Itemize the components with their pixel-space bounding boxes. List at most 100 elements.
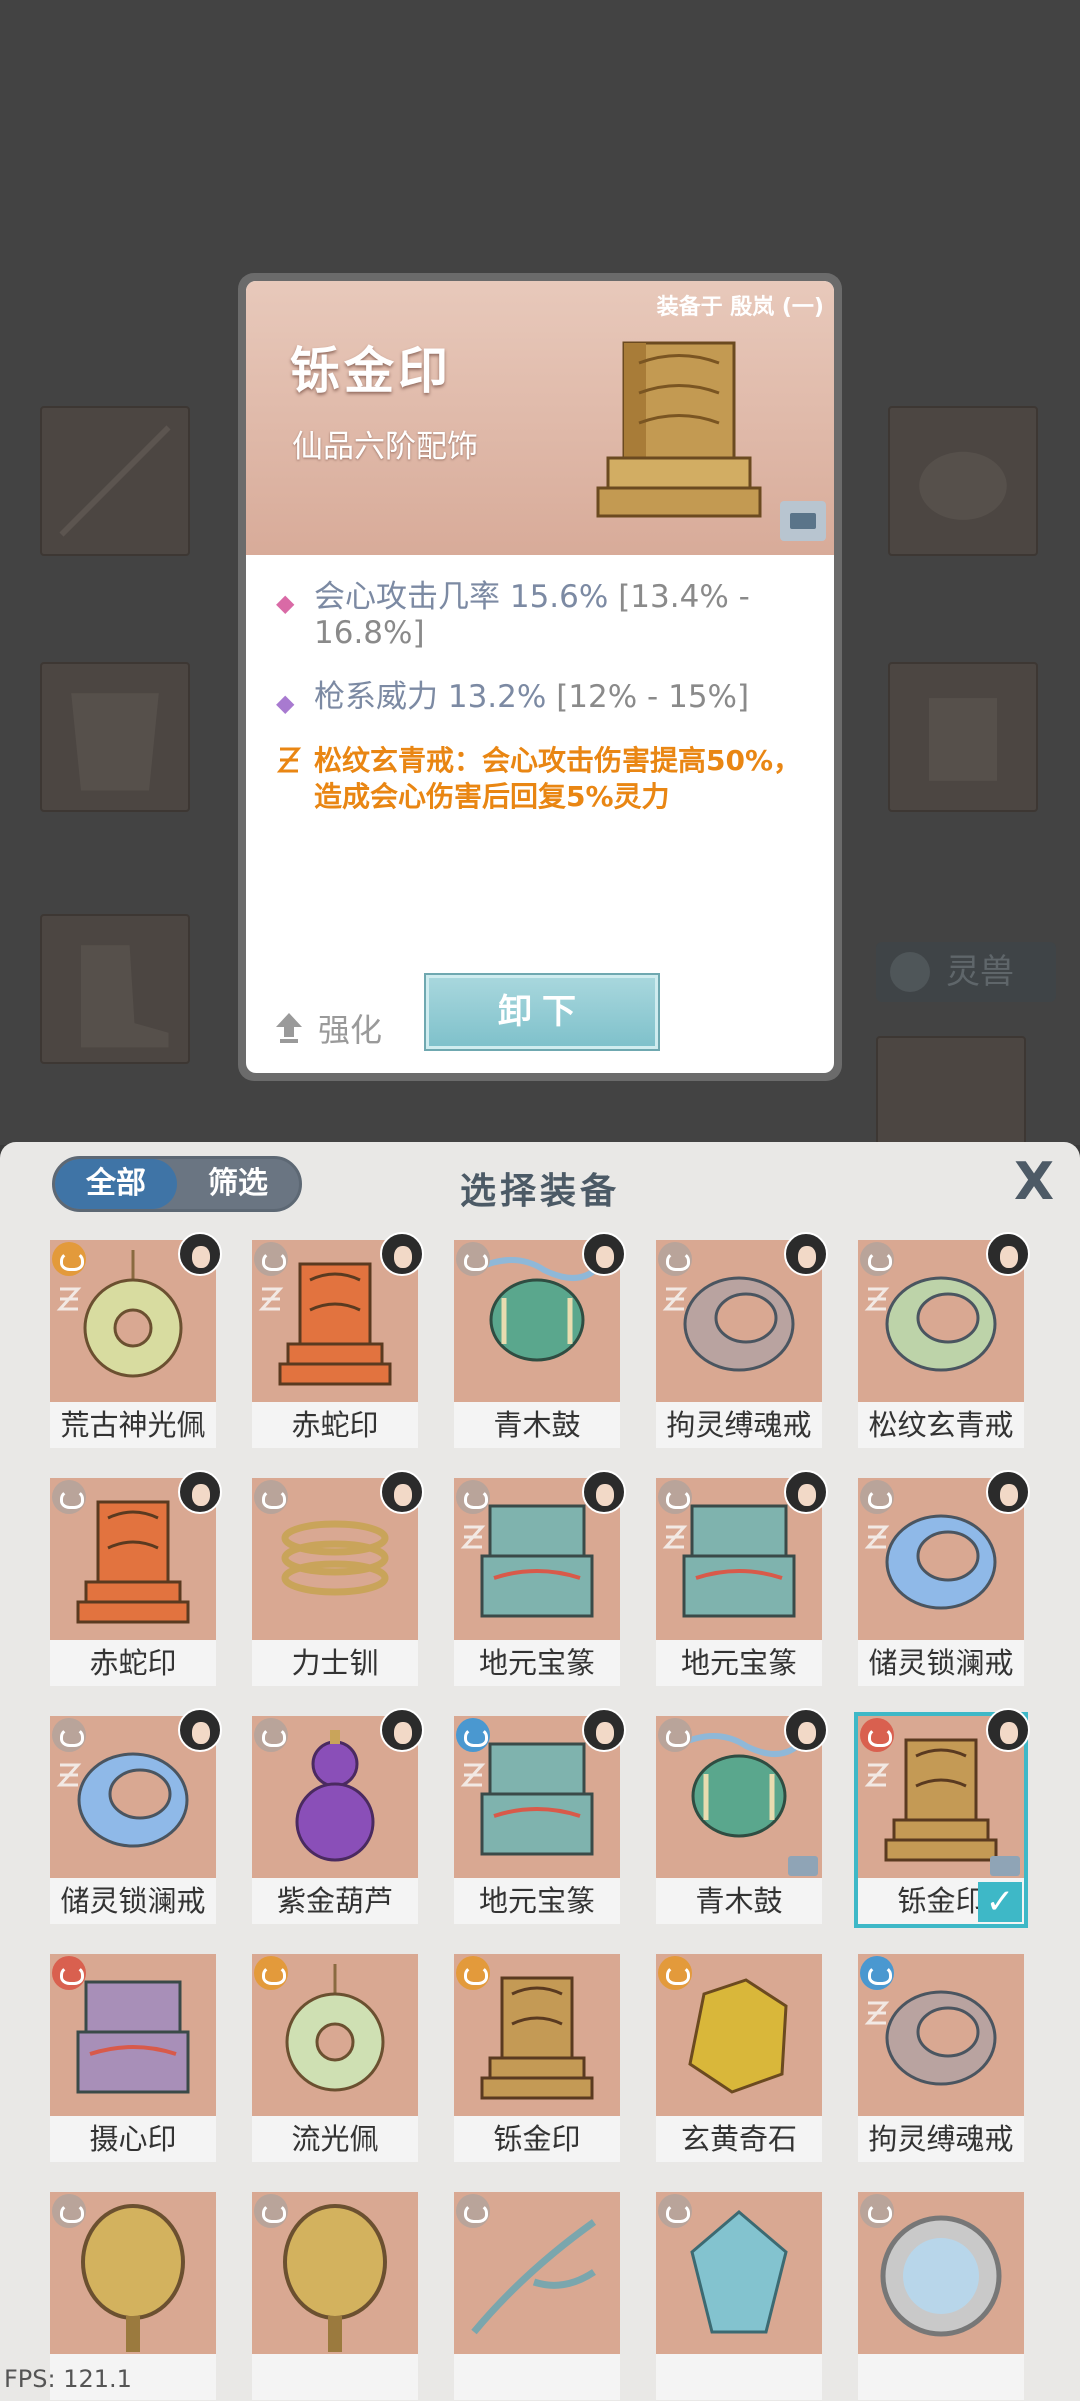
- equipment-card[interactable]: 储灵锁澜戒: [50, 1708, 222, 1924]
- element-icon: [254, 1718, 288, 1752]
- equipment-name: 玄黄奇石: [656, 2116, 822, 2162]
- set-icon: [56, 1763, 82, 1787]
- owner-avatar: [986, 1232, 1030, 1276]
- owner-avatar: [986, 1470, 1030, 1514]
- owner-avatar: [380, 1708, 424, 1752]
- equipped-on-tag: 装备于 殷岚 (一): [656, 295, 824, 320]
- check-icon: ✓: [978, 1882, 1022, 1922]
- equipment-card[interactable]: 赤蛇印: [50, 1470, 222, 1686]
- equipment-card[interactable]: [656, 2192, 822, 2400]
- equipment-card[interactable]: 拘灵缚魂戒: [858, 1954, 1024, 2162]
- element-icon: [254, 1480, 288, 1514]
- equipment-card[interactable]: 青木鼓: [656, 1708, 828, 1924]
- equipment-name: 流光佩: [252, 2116, 418, 2162]
- element-icon: [860, 1718, 894, 1752]
- equipment-card[interactable]: [454, 2192, 620, 2400]
- equipment-card[interactable]: 地元宝篆: [656, 1470, 828, 1686]
- owner-avatar: [784, 1470, 828, 1514]
- bg-pet-tab: 灵兽: [876, 942, 1056, 1002]
- bg-boots-slot: [40, 914, 190, 1064]
- equipment-card[interactable]: 储灵锁澜戒: [858, 1470, 1030, 1686]
- equipment-card[interactable]: 铄金印: [454, 1954, 620, 2162]
- equipment-name: 青木鼓: [656, 1878, 822, 1924]
- equipped-icon: [990, 1856, 1020, 1876]
- select-equipment-panel: 全部 筛选 选择装备 X 荒古神光佩 赤蛇印 青木鼓 拘灵缚魂戒 松纹玄青戒 赤蛇印 力士钏…: [0, 1142, 1080, 2401]
- set-icon: [864, 2001, 890, 2025]
- owner-avatar: [784, 1232, 828, 1276]
- set-icon: [864, 1287, 890, 1311]
- equipment-name: 地元宝篆: [454, 1878, 620, 1924]
- pet-icon: [890, 952, 930, 992]
- bg-accessory-slot-1: [888, 406, 1038, 556]
- item-detail-inner: 装备于 殷岚 (一) 铄金印 仙品六阶配饰 ◆ 会心攻击几率 15.6% [13…: [246, 281, 834, 1073]
- stat-spear-power: ◆ 枪系威力 13.2% [12% - 15%]: [274, 679, 816, 717]
- element-icon: [658, 1956, 692, 1990]
- element-icon: [456, 1242, 490, 1276]
- set-bonus-icon: [276, 747, 302, 773]
- equipment-card[interactable]: 松纹玄青戒: [858, 1232, 1030, 1448]
- equipment-name: 赤蛇印: [50, 1640, 216, 1686]
- close-button[interactable]: X: [1008, 1156, 1060, 1208]
- element-icon: [456, 1480, 490, 1514]
- owner-avatar: [380, 1232, 424, 1276]
- equipped-icon: [788, 1856, 818, 1876]
- equipment-card[interactable]: 力士钏: [252, 1470, 424, 1686]
- equipment-card[interactable]: 青木鼓: [454, 1232, 626, 1448]
- set-icon: [460, 1525, 486, 1549]
- equipment-name: 青木鼓: [454, 1402, 620, 1448]
- equip-lock-icon: [780, 501, 826, 541]
- element-icon: [658, 1242, 692, 1276]
- equipment-name: 地元宝篆: [656, 1640, 822, 1686]
- bg-weapon-slot: [40, 406, 190, 556]
- diamond-icon: ◆: [276, 589, 295, 617]
- up-arrow-icon: [276, 1013, 302, 1043]
- element-icon: [456, 1718, 490, 1752]
- owner-avatar: [784, 1708, 828, 1752]
- fps-counter: FPS: 121.1: [4, 2365, 132, 2393]
- item-grade: 仙品六阶配饰: [292, 429, 478, 465]
- item-name: 铄金印: [290, 342, 452, 400]
- equipment-card[interactable]: [252, 2192, 418, 2400]
- owner-avatar: [582, 1708, 626, 1752]
- equipment-name: 拘灵缚魂戒: [858, 2116, 1024, 2162]
- equipment-card[interactable]: 地元宝篆: [454, 1708, 626, 1924]
- equipment-card[interactable]: 地元宝篆: [454, 1470, 626, 1686]
- owner-avatar: [582, 1232, 626, 1276]
- item-stats: ◆ 会心攻击几率 15.6% [13.4% - 16.8%] ◆ 枪系威力 13…: [246, 555, 834, 815]
- element-icon: [52, 2194, 86, 2228]
- bg-pet-label: 灵兽: [946, 952, 1014, 992]
- item-seal-art: [596, 341, 762, 518]
- equipment-name: 铄金印: [454, 2116, 620, 2162]
- set-icon: [662, 1525, 688, 1549]
- unload-button[interactable]: 卸下: [426, 975, 658, 1049]
- element-icon: [254, 2194, 288, 2228]
- upgrade-button[interactable]: 强化: [274, 1005, 382, 1051]
- equipment-name: 赤蛇印: [252, 1402, 418, 1448]
- equipment-card[interactable]: 拘灵缚魂戒: [656, 1232, 828, 1448]
- equipment-card[interactable]: 玄黄奇石: [656, 1954, 822, 2162]
- upgrade-label: 强化: [318, 1011, 383, 1049]
- equipment-card[interactable]: 荒古神光佩: [50, 1232, 222, 1448]
- stat-label: 会心攻击几率 15.6%: [314, 579, 609, 615]
- set-icon: [460, 1763, 486, 1787]
- item-detail-card: 装备于 殷岚 (一) 铄金印 仙品六阶配饰 ◆ 会心攻击几率 15.6% [13…: [238, 273, 842, 1081]
- element-icon: [52, 1242, 86, 1276]
- equipment-card[interactable]: [858, 2192, 1024, 2400]
- equipment-card[interactable]: 摄心印: [50, 1954, 216, 2162]
- element-icon: [860, 1956, 894, 1990]
- element-icon: [658, 1480, 692, 1514]
- equipment-card[interactable]: 赤蛇印: [252, 1232, 424, 1448]
- element-icon: [658, 1718, 692, 1752]
- element-icon: [52, 1956, 86, 1990]
- equipment-card[interactable]: 紫金葫芦: [252, 1708, 424, 1924]
- element-icon: [658, 2194, 692, 2228]
- bg-armor-slot: [40, 662, 190, 812]
- owner-avatar: [178, 1470, 222, 1514]
- bg-pet-slot: [876, 1036, 1026, 1146]
- equipment-card[interactable]: 流光佩: [252, 1954, 418, 2162]
- element-icon: [860, 1480, 894, 1514]
- bg-accessory-slot-2: [888, 662, 1038, 812]
- equipment-name: 松纹玄青戒: [858, 1402, 1024, 1448]
- equipment-card[interactable]: 铄金印 ✓: [858, 1708, 1030, 1924]
- diamond-icon: ◆: [276, 689, 295, 717]
